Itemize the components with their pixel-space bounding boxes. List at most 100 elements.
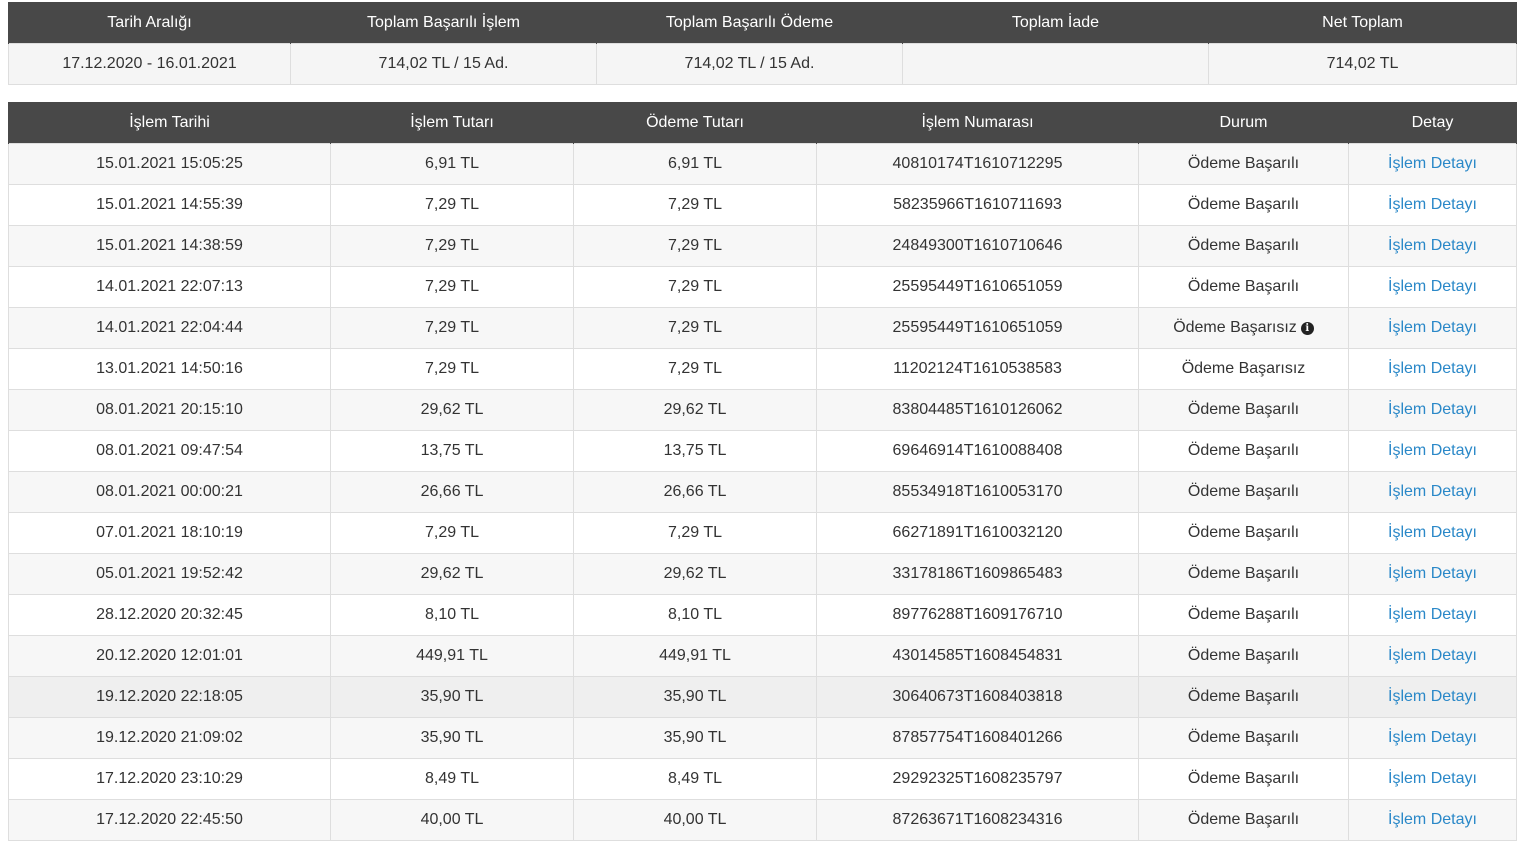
transaction-date-cell: 08.01.2021 20:15:10: [8, 389, 331, 431]
status-cell: Ödeme Başarılı: [1138, 389, 1349, 431]
payment-amount-text: 8,10 TL: [668, 606, 722, 623]
transaction-detail-link[interactable]: İşlem Detayı: [1388, 401, 1477, 418]
transaction-amount-text: 29,62 TL: [420, 401, 484, 418]
status-cell: Ödeme Başarılı: [1138, 553, 1349, 595]
status-text: Ödeme Başarılı: [1187, 524, 1300, 541]
transaction-amount-text: 40,00 TL: [420, 811, 484, 828]
transaction-date-text: 15.01.2021 14:55:39: [96, 196, 243, 213]
transaction-detail-link[interactable]: İşlem Detayı: [1388, 688, 1477, 705]
transaction-amount-text: 7,29 TL: [425, 524, 479, 541]
transaction-amount-cell: 449,91 TL: [330, 635, 574, 677]
transaction-date-text: 08.01.2021 20:15:10: [96, 401, 243, 418]
info-circle-icon[interactable]: i: [1300, 322, 1314, 335]
table-row: 15.01.2021 14:38:59 7,29 TL 7,29 TL 2484930…: [8, 225, 1517, 267]
transaction-detail-link[interactable]: İşlem Detayı: [1388, 196, 1477, 213]
status-cell: Ödeme Başarılı: [1138, 143, 1349, 185]
detail-cell: İşlem Detayı: [1348, 553, 1517, 595]
status-cell: Ödeme Başarılı: [1138, 594, 1349, 636]
transaction-date-text: 05.01.2021 19:52:42: [96, 565, 243, 582]
transaction-date-text: 17.12.2020 23:10:29: [96, 770, 243, 787]
transaction-detail-link[interactable]: İşlem Detayı: [1388, 237, 1477, 254]
status-cell: Ödeme Başarılı: [1138, 471, 1349, 513]
transaction-number-cell: 58235966T1610711693: [816, 184, 1139, 226]
status-cell: Ödeme Başarısız: [1138, 348, 1349, 390]
detail-cell: İşlem Detayı: [1348, 389, 1517, 431]
table-row: 15.01.2021 15:05:25 6,91 TL 6,91 TL 4081017…: [8, 143, 1517, 185]
transaction-number-text: 33178186T1609865483: [892, 565, 1063, 582]
payment-amount-cell: 449,91 TL: [573, 635, 817, 677]
header-detail: Detay: [1348, 102, 1517, 144]
status-text: Ödeme Başarılı: [1187, 483, 1300, 500]
transaction-detail-link[interactable]: İşlem Detayı: [1388, 729, 1477, 746]
transaction-date-cell: 28.12.2020 20:32:45: [8, 594, 331, 636]
table-row: 19.12.2020 22:18:05 35,90 TL 35,90 TL 30640…: [8, 676, 1517, 718]
detail-cell: İşlem Detayı: [1348, 635, 1517, 677]
transaction-number-text: 25595449T1610651059: [892, 319, 1063, 336]
status-text: Ödeme Başarılı: [1187, 647, 1300, 664]
payment-amount-text: 26,66 TL: [663, 483, 727, 500]
transaction-detail-link[interactable]: İşlem Detayı: [1388, 155, 1477, 172]
transaction-amount-text: 35,90 TL: [420, 729, 484, 746]
table-row: 15.01.2021 14:55:39 7,29 TL 7,29 TL 5823596…: [8, 184, 1517, 226]
transaction-detail-link[interactable]: İşlem Detayı: [1388, 483, 1477, 500]
transaction-number-cell: 25595449T1610651059: [816, 307, 1139, 349]
transaction-number-text: 87857754T1608401266: [892, 729, 1063, 746]
transaction-amount-cell: 7,29 TL: [330, 307, 574, 349]
transaction-date-cell: 14.01.2021 22:04:44: [8, 307, 331, 349]
transaction-detail-link[interactable]: İşlem Detayı: [1388, 524, 1477, 541]
transaction-date-cell: 13.01.2021 14:50:16: [8, 348, 331, 390]
transaction-date-text: 07.01.2021 18:10:19: [96, 524, 243, 541]
transactions-table: İşlem Tarihi İşlem Tutarı Ödeme Tutarı İ…: [8, 102, 1517, 841]
detail-cell: İşlem Detayı: [1348, 717, 1517, 759]
transaction-amount-cell: 8,10 TL: [330, 594, 574, 636]
status-cell: Ödeme Başarılı: [1138, 799, 1349, 841]
transaction-amount-text: 7,29 TL: [425, 319, 479, 336]
status-text: Ödeme Başarılı: [1187, 770, 1300, 787]
transaction-date-cell: 17.12.2020 23:10:29: [8, 758, 331, 800]
transaction-detail-link[interactable]: İşlem Detayı: [1388, 811, 1477, 828]
transaction-detail-link[interactable]: İşlem Detayı: [1388, 360, 1477, 377]
transaction-date-text: 14.01.2021 22:07:13: [96, 278, 243, 295]
detail-cell: İşlem Detayı: [1348, 184, 1517, 226]
transaction-date-cell: 08.01.2021 00:00:21: [8, 471, 331, 513]
status-cell: Ödeme Başarılı: [1138, 184, 1349, 226]
payment-amount-cell: 7,29 TL: [573, 225, 817, 267]
detail-cell: İşlem Detayı: [1348, 471, 1517, 513]
transaction-number-cell: 29292325T1608235797: [816, 758, 1139, 800]
transaction-number-cell: 24849300T1610710646: [816, 225, 1139, 267]
transaction-number-cell: 40810174T1610712295: [816, 143, 1139, 185]
payment-amount-text: 7,29 TL: [668, 360, 722, 377]
transaction-amount-text: 26,66 TL: [420, 483, 484, 500]
status-text: Ödeme Başarısız: [1173, 319, 1297, 336]
transaction-amount-cell: 8,49 TL: [330, 758, 574, 800]
transaction-detail-link[interactable]: İşlem Detayı: [1388, 565, 1477, 582]
transaction-amount-cell: 6,91 TL: [330, 143, 574, 185]
status-text: Ödeme Başarılı: [1187, 606, 1300, 623]
payment-amount-text: 40,00 TL: [663, 811, 727, 828]
transaction-amount-cell: 7,29 TL: [330, 184, 574, 226]
transaction-number-cell: 33178186T1609865483: [816, 553, 1139, 595]
payment-amount-cell: 29,62 TL: [573, 389, 817, 431]
payment-amount-text: 7,29 TL: [668, 237, 722, 254]
transaction-number-text: 25595449T1610651059: [892, 278, 1063, 295]
transaction-detail-link[interactable]: İşlem Detayı: [1388, 442, 1477, 459]
transaction-date-text: 14.01.2021 22:04:44: [96, 319, 243, 336]
transaction-number-cell: 87263671T1608234316: [816, 799, 1139, 841]
transaction-number-cell: 69646914T1610088408: [816, 430, 1139, 472]
transaction-amount-cell: 40,00 TL: [330, 799, 574, 841]
table-row: 07.01.2021 18:10:19 7,29 TL 7,29 TL 6627189…: [8, 512, 1517, 554]
transaction-date-cell: 20.12.2020 12:01:01: [8, 635, 331, 677]
transaction-detail-link[interactable]: İşlem Detayı: [1388, 647, 1477, 664]
payment-amount-cell: 35,90 TL: [573, 717, 817, 759]
transaction-number-text: 43014585T1608454831: [892, 647, 1063, 664]
table-row: 28.12.2020 20:32:45 8,10 TL 8,10 TL 8977628…: [8, 594, 1517, 636]
transaction-detail-link[interactable]: İşlem Detayı: [1388, 319, 1477, 336]
transaction-detail-link[interactable]: İşlem Detayı: [1388, 278, 1477, 295]
status-cell: Ödeme Başarısız i: [1138, 307, 1349, 349]
payment-amount-cell: 29,62 TL: [573, 553, 817, 595]
table-row: 17.12.2020 22:45:50 40,00 TL 40,00 TL 87263…: [8, 799, 1517, 841]
status-cell: Ödeme Başarılı: [1138, 717, 1349, 759]
transaction-detail-link[interactable]: İşlem Detayı: [1388, 606, 1477, 623]
header-status: Durum: [1138, 102, 1349, 144]
transaction-detail-link[interactable]: İşlem Detayı: [1388, 770, 1477, 787]
